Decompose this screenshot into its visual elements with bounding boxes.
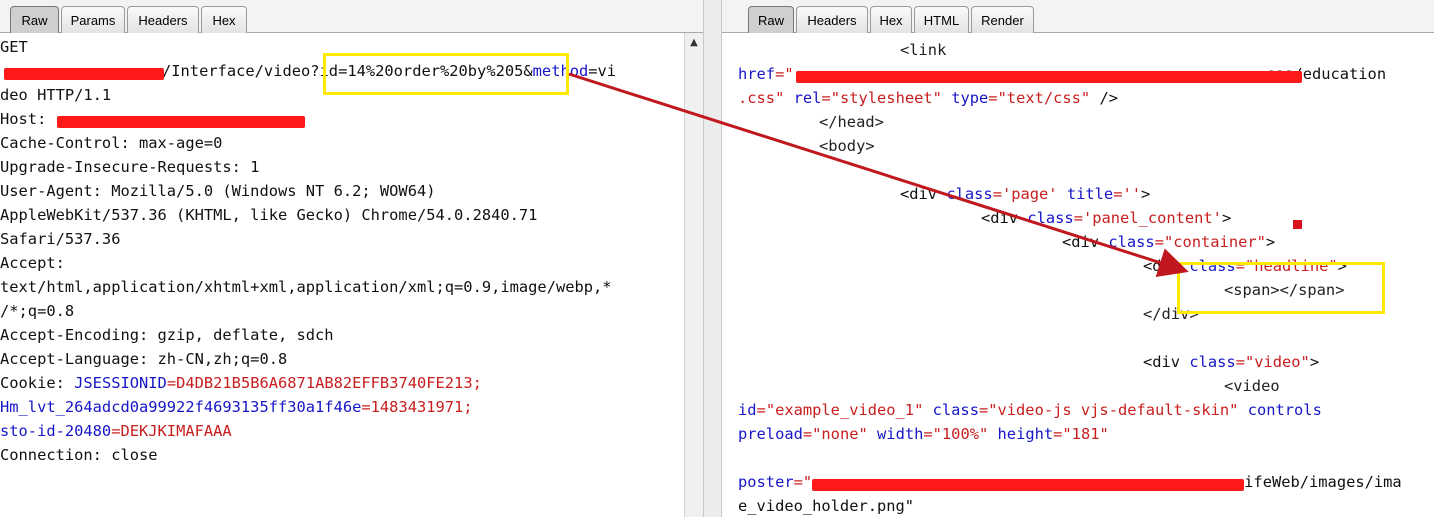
redacted-href <box>796 71 1302 83</box>
response-line-div-page: <div class='page' title=''> <box>900 185 1151 203</box>
request-cookie-sto-id: sto-id-20480=DEKJKIMAFAAA <box>0 422 232 440</box>
response-line-css: .css" rel="stylesheet" type="text/css" /… <box>738 89 1119 107</box>
response-tab-raw[interactable]: Raw <box>748 6 794 33</box>
request-tab-bar: Raw Params Headers Hex <box>0 0 703 33</box>
request-scrollbar[interactable]: ▲ <box>684 33 703 517</box>
request-header-accept-value-cont: /*;q=0.8 <box>0 302 75 320</box>
response-line-body-open: <body> <box>819 137 875 155</box>
response-line-div-video: <div class="video"> <box>1143 353 1320 371</box>
response-line-div-container: <div class="container"> <box>1062 233 1276 251</box>
scroll-up-icon[interactable]: ▲ <box>685 37 703 48</box>
request-cookie-hm-lvt: Hm_lvt_264adcd0a99922f4693135ff30a1f46e=… <box>0 398 473 416</box>
request-header-accept-value: text/html,application/xhtml+xml,applicat… <box>0 278 612 296</box>
request-pane: Raw Params Headers Hex GET /Interface/vi… <box>0 0 703 517</box>
response-tab-html[interactable]: HTML <box>914 6 969 33</box>
request-header-user-agent: User-Agent: Mozilla/5.0 (Windows NT 6.2;… <box>0 182 436 200</box>
request-tab-headers[interactable]: Headers <box>127 6 199 33</box>
response-line-poster-cont: e_video_holder.png" <box>738 497 915 515</box>
request-header-upgrade: Upgrade-Insecure-Requests: 1 <box>0 158 260 176</box>
request-header-cookie: Cookie: JSESSIONID=D4DB21B5B6A6871AB82EF… <box>0 374 482 392</box>
request-header-user-agent-cont2: Safari/537.36 <box>0 230 121 248</box>
request-header-connection: Connection: close <box>0 446 158 464</box>
request-tab-hex[interactable]: Hex <box>201 6 247 33</box>
request-header-user-agent-cont: AppleWebKit/537.36 (KHTML, like Gecko) C… <box>0 206 538 224</box>
sql-injection-highlight-box <box>323 53 569 95</box>
response-tab-render[interactable]: Render <box>971 6 1034 33</box>
empty-span-highlight-box <box>1177 262 1385 314</box>
redacted-host-value <box>57 116 305 128</box>
response-line-div-panel: <div class='panel_content'> <box>981 209 1232 227</box>
response-line-video-attrs2: preload="none" width="100%" height="181" <box>738 425 1109 443</box>
response-tab-bar: Raw Headers Hex HTML Render <box>722 0 1434 33</box>
pane-splitter[interactable] <box>703 0 722 517</box>
request-header-host: Host: <box>0 110 47 128</box>
response-line-video: <video <box>1224 377 1280 395</box>
response-pane: Raw Headers Hex HTML Render <link href="… <box>722 0 1434 517</box>
response-tab-headers[interactable]: Headers <box>796 6 868 33</box>
request-header-accept-encoding: Accept-Encoding: gzip, deflate, sdch <box>0 326 334 344</box>
request-line-protocol: deo HTTP/1.1 <box>0 86 112 104</box>
cursor-marker-icon <box>1293 220 1302 229</box>
request-header-cache-control: Cache-Control: max-age=0 <box>0 134 223 152</box>
response-line-video-attrs: id="example_video_1" class="video-js vjs… <box>738 401 1322 419</box>
request-raw-editor[interactable]: GET /Interface/video?id=14%20order%20by%… <box>0 33 703 517</box>
request-header-accept-language: Accept-Language: zh-CN,zh;q=0.8 <box>0 350 288 368</box>
request-line-method: GET <box>0 38 28 56</box>
response-line-head-close: </head> <box>819 113 884 131</box>
request-tab-raw[interactable]: Raw <box>10 6 59 33</box>
redacted-host-path <box>4 68 164 80</box>
response-tab-hex[interactable]: Hex <box>870 6 912 33</box>
request-header-accept: Accept: <box>0 254 65 272</box>
response-line-link: <link <box>900 41 947 59</box>
redacted-poster-url <box>812 479 1244 491</box>
request-tab-params[interactable]: Params <box>61 6 125 33</box>
